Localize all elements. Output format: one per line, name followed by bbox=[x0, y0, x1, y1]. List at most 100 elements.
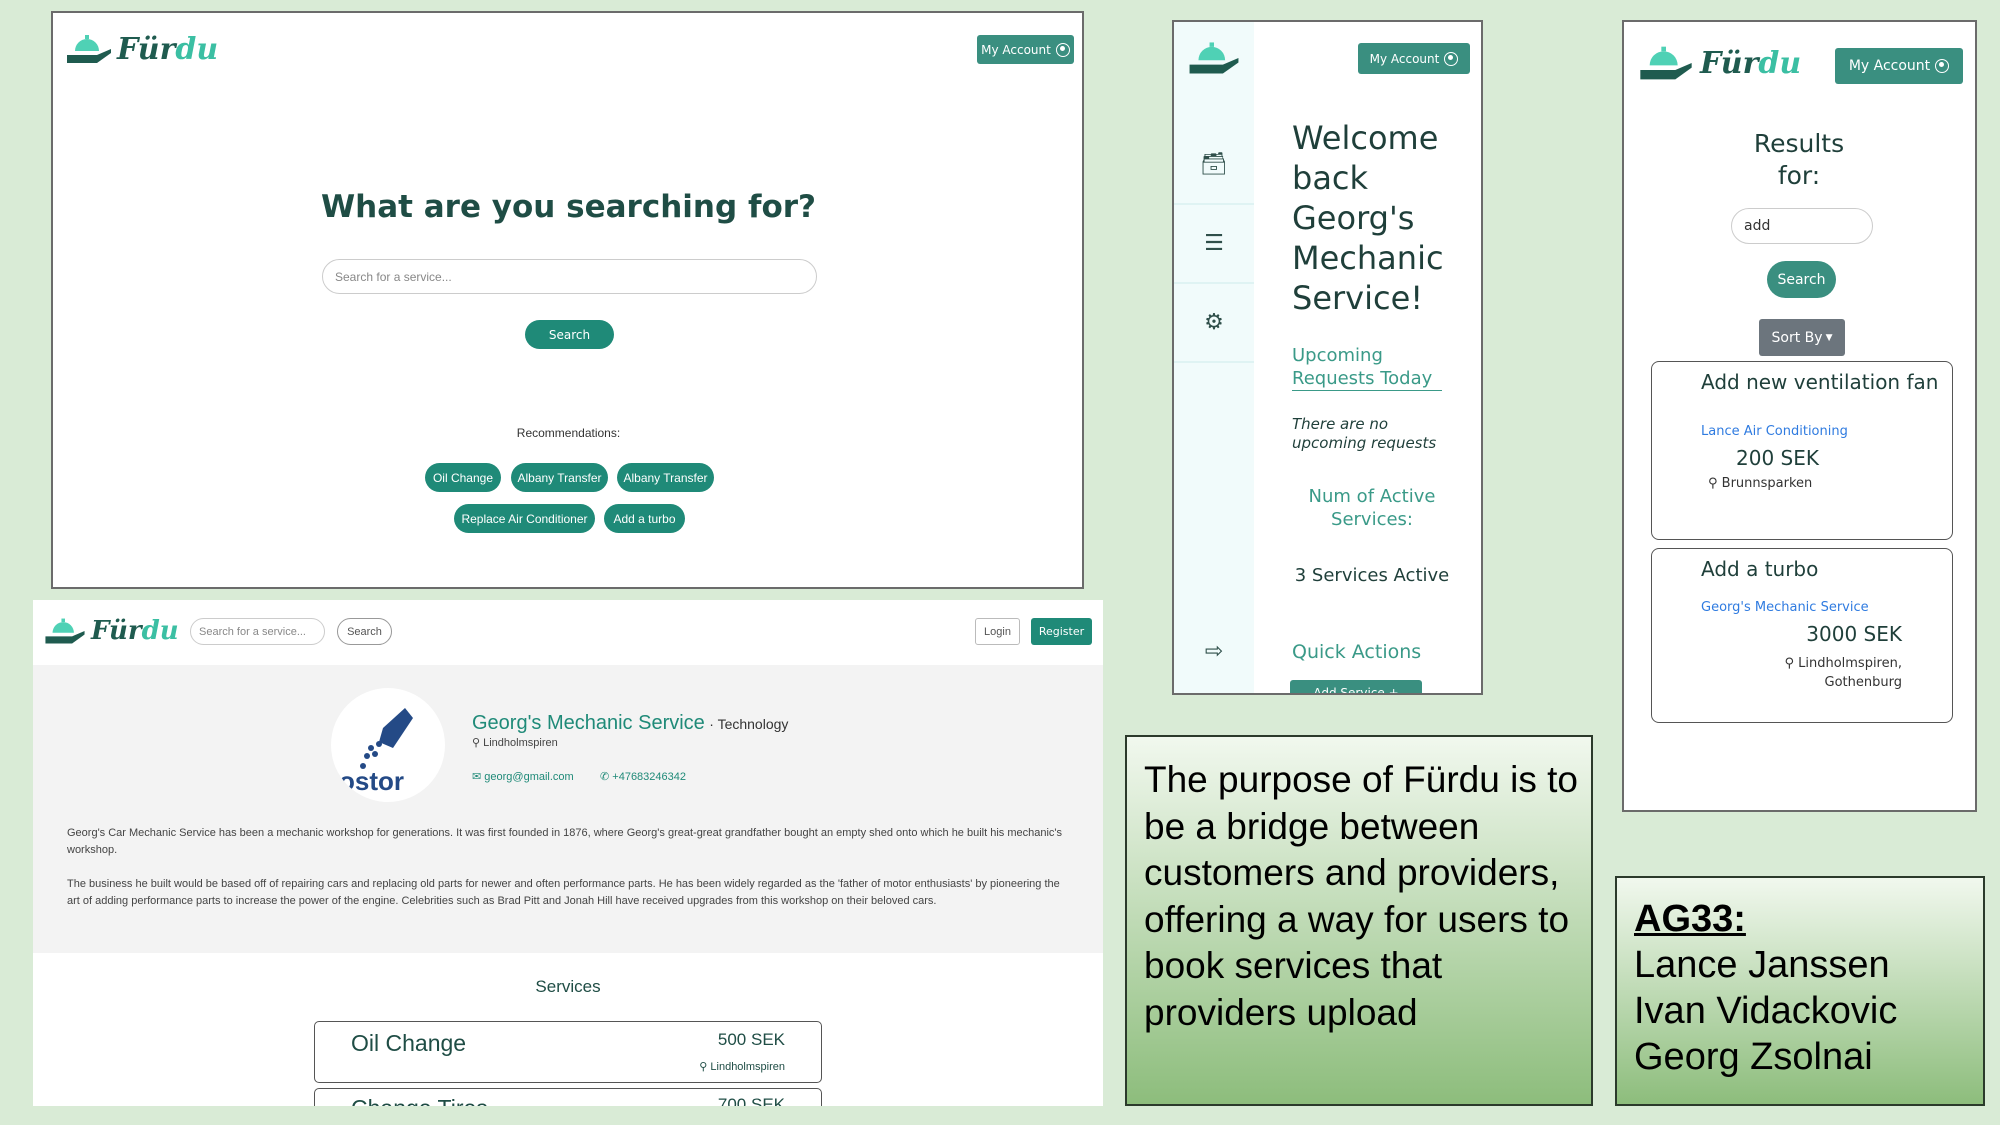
avatar-text: ostor bbox=[339, 766, 404, 796]
active-services-count: 3 Services Active bbox=[1294, 565, 1450, 586]
chip-add-a-turbo[interactable]: Add a turbo bbox=[604, 504, 685, 533]
logo-text-du: du bbox=[175, 31, 219, 67]
logo[interactable]: Fürdu bbox=[43, 615, 179, 647]
no-requests-text: There are no upcoming requests bbox=[1292, 415, 1437, 452]
team-member: Lance Janssen bbox=[1634, 944, 1890, 986]
location-pin-icon: ⚲ bbox=[1784, 656, 1799, 671]
user-circle-icon bbox=[1444, 51, 1459, 66]
welcome-heading: Welcome back Georg's Mechanic Service! bbox=[1292, 119, 1444, 317]
logo-text-du: du bbox=[141, 616, 179, 646]
search-results-screenshot: Fürdu My Account Results for: add Search… bbox=[1622, 20, 1977, 812]
gear-icon: ⚙ bbox=[1204, 310, 1224, 335]
logo[interactable]: Fürdu bbox=[1636, 42, 1801, 84]
result-title: Add a turbo bbox=[1701, 557, 1819, 581]
result-card[interactable]: Add a turbo Georg's Mechanic Service 300… bbox=[1651, 548, 1953, 723]
service-name: Change Tires bbox=[351, 1095, 488, 1106]
my-account-button[interactable]: My Account bbox=[1358, 43, 1470, 74]
my-account-label: My Account bbox=[1848, 58, 1931, 74]
bell-hand-icon bbox=[1189, 42, 1239, 74]
add-service-button[interactable]: Add Service + bbox=[1290, 680, 1422, 693]
upcoming-requests-heading: Upcoming Requests Today bbox=[1292, 344, 1442, 391]
search-placeholder: Search for a service... bbox=[199, 625, 306, 638]
mail-icon: ✉ bbox=[472, 771, 485, 783]
header-search-input[interactable]: Search for a service... bbox=[190, 618, 325, 645]
my-account-button[interactable]: My Account bbox=[1835, 48, 1963, 84]
chip-albany-transfer[interactable]: Albany Transfer bbox=[511, 463, 608, 492]
list-icon: ☰ bbox=[1204, 231, 1224, 256]
result-price: 200 SEK bbox=[1736, 446, 1819, 470]
page-title: What are you searching for? bbox=[320, 189, 817, 225]
search-placeholder: Search for a service... bbox=[335, 269, 452, 284]
chip-albany-transfer-2[interactable]: Albany Transfer bbox=[617, 463, 714, 492]
results-search-input[interactable]: add bbox=[1731, 208, 1873, 244]
header-search-button[interactable]: Search bbox=[337, 618, 392, 645]
bell-hand-icon bbox=[45, 618, 85, 644]
purpose-text: The purpose of Fürdu is to be a bridge b… bbox=[1144, 759, 1578, 1033]
service-price: 500 SEK bbox=[717, 1030, 785, 1049]
sidebar: 🗃 ☰ ⚙ ⇨ bbox=[1174, 22, 1254, 693]
provider-email[interactable]: georg@gmail.com bbox=[484, 771, 573, 783]
service-card[interactable]: Change Tires 700 SEK bbox=[314, 1088, 822, 1106]
provider-avatar: ostor bbox=[331, 688, 445, 802]
user-circle-icon bbox=[1935, 59, 1950, 73]
search-page-screenshot: Fürdu My Account What are you searching … bbox=[51, 11, 1084, 589]
team-id: AG33: bbox=[1634, 898, 1746, 940]
bell-hand-icon bbox=[1640, 46, 1692, 80]
result-card[interactable]: Add new ventilation fan Lance Air Condit… bbox=[1651, 361, 1953, 540]
provider-category: · Technology bbox=[709, 716, 789, 732]
search-input[interactable]: Search for a service... bbox=[322, 259, 817, 294]
search-button[interactable]: Search bbox=[1767, 261, 1836, 298]
team-member: Ivan Vidackovic bbox=[1634, 990, 1898, 1032]
result-location-text: Brunnsparken bbox=[1721, 476, 1813, 491]
result-price: 3000 SEK bbox=[1806, 622, 1902, 646]
location-pin-icon: ⚲ bbox=[699, 1061, 711, 1073]
services-heading: Services bbox=[535, 977, 601, 996]
my-account-button[interactable]: My Account bbox=[977, 35, 1074, 64]
logo-text: Für bbox=[91, 616, 142, 646]
description-paragraph-1: Georg's Car Mechanic Service has been a … bbox=[67, 827, 1063, 856]
result-provider-link[interactable]: Georg's Mechanic Service bbox=[1701, 600, 1869, 615]
search-button[interactable]: Search bbox=[525, 320, 614, 349]
register-button[interactable]: Register bbox=[1031, 618, 1092, 645]
profile-header: Fürdu Search for a service... Search Log… bbox=[33, 600, 1103, 665]
chip-replace-air-conditioner[interactable]: Replace Air Conditioner bbox=[454, 504, 595, 533]
sort-by-label: Sort By bbox=[1771, 329, 1823, 346]
result-location: ⚲ Lindholmspiren, Gothenburg bbox=[1732, 654, 1902, 692]
service-location: ⚲ Lindholmspiren bbox=[699, 1060, 785, 1073]
result-title: Add new ventilation fan bbox=[1701, 370, 1939, 394]
description-paragraph-2: The business he built would be based off… bbox=[67, 878, 1060, 907]
location-pin-icon: ⚲ bbox=[472, 737, 484, 749]
provider-name: Georg's Mechanic Service bbox=[472, 712, 705, 734]
logo-text: Für bbox=[117, 31, 176, 67]
provider-profile-screenshot: Fürdu Search for a service... Search Log… bbox=[33, 600, 1103, 1106]
chip-oil-change[interactable]: Oil Change bbox=[425, 463, 501, 492]
my-account-label: My Account bbox=[1369, 51, 1440, 66]
bell-hand-icon bbox=[67, 35, 111, 63]
sidebar-settings[interactable]: ⚙ bbox=[1174, 284, 1254, 363]
logo-text: Für bbox=[1700, 45, 1759, 81]
search-query: add bbox=[1744, 218, 1771, 234]
service-price: 700 SEK bbox=[717, 1095, 785, 1106]
provider-dashboard-screenshot: 🗃 ☰ ⚙ ⇨ My Account Welcome back Georg's … bbox=[1172, 20, 1483, 695]
sidebar-inbox[interactable]: 🗃 bbox=[1174, 126, 1254, 205]
team-textbox: AG33: Lance Janssen Ivan Vidackovic Geor… bbox=[1615, 876, 1985, 1106]
inbox-icon: 🗃 bbox=[1200, 152, 1228, 177]
result-provider-link[interactable]: Lance Air Conditioning bbox=[1701, 424, 1848, 439]
service-card[interactable]: Oil Change 500 SEK ⚲ Lindholmspiren bbox=[314, 1021, 822, 1083]
purpose-textbox: The purpose of Fürdu is to be a bridge b… bbox=[1125, 735, 1593, 1106]
logout-icon: ⇨ bbox=[1204, 639, 1224, 664]
phone-icon: ✆ bbox=[600, 771, 613, 783]
quick-actions-heading: Quick Actions bbox=[1292, 641, 1422, 663]
sort-by-dropdown[interactable]: Sort By ▼ bbox=[1759, 319, 1845, 356]
user-circle-icon bbox=[1055, 42, 1070, 57]
location-pin-icon: ⚲ bbox=[1708, 476, 1722, 491]
login-button[interactable]: Login bbox=[975, 618, 1020, 645]
service-location-text: Lindholmspiren bbox=[710, 1061, 785, 1073]
logo-text-du: du bbox=[1758, 45, 1802, 81]
sidebar-list[interactable]: ☰ bbox=[1174, 205, 1254, 284]
provider-phone[interactable]: +47683246342 bbox=[612, 771, 686, 783]
results-heading: Results for: bbox=[1753, 129, 1845, 190]
provider-location: Lindholmspiren bbox=[483, 737, 558, 749]
logo[interactable]: Fürdu bbox=[65, 31, 218, 67]
sidebar-logout[interactable]: ⇨ bbox=[1174, 612, 1254, 691]
